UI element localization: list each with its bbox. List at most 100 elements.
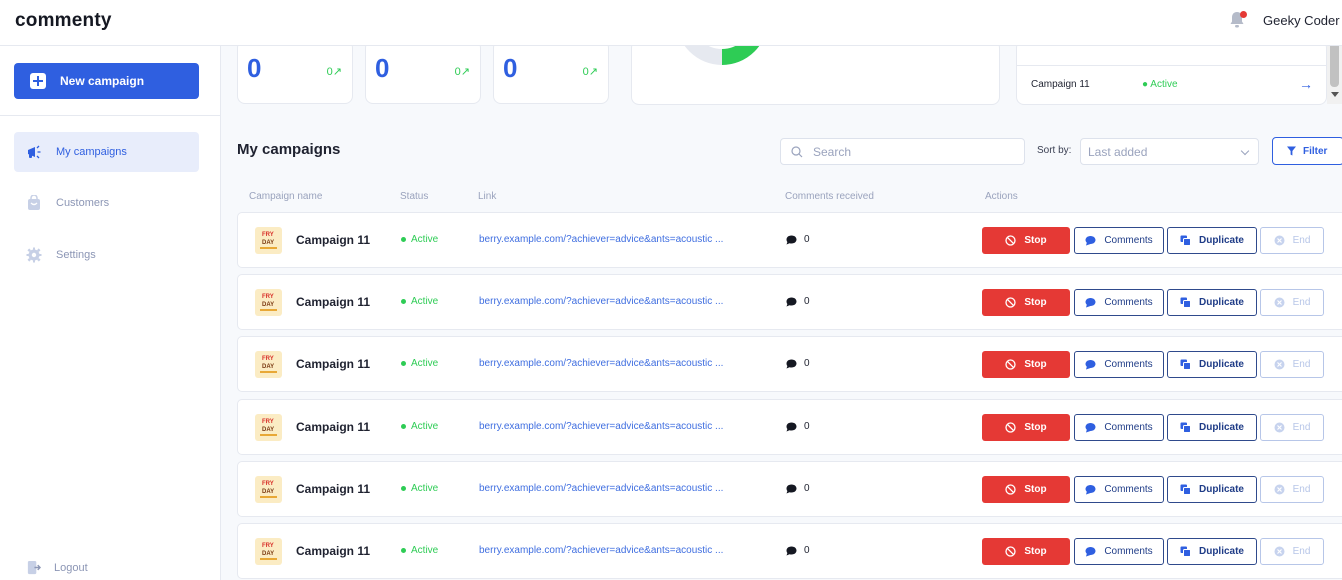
end-button[interactable]: End (1260, 351, 1324, 378)
table-row: FRY DAY Campaign 11 Active berry.example… (237, 212, 1342, 268)
search-input[interactable] (813, 144, 1013, 160)
stat-card: 0 0↗ (493, 40, 609, 104)
duplicate-button[interactable]: Duplicate (1167, 476, 1257, 503)
app-logo[interactable]: commenty (15, 10, 112, 32)
sort-select[interactable]: Last added (1080, 138, 1259, 165)
donut-chart-card (631, 40, 1000, 105)
comments-button[interactable]: Comments (1074, 227, 1164, 254)
comments-button[interactable]: Comments (1074, 351, 1164, 378)
copy-icon (1180, 359, 1191, 370)
campaign-name: Campaign 11 (296, 544, 371, 558)
stat-value: 0 (375, 53, 390, 83)
sidebar-item-label: Settings (56, 249, 96, 261)
comments-button[interactable]: Comments (1074, 289, 1164, 316)
arrow-right-icon[interactable]: → (1299, 76, 1313, 92)
close-circle-icon (1274, 297, 1285, 308)
search-box[interactable] (780, 138, 1025, 165)
stop-button[interactable]: Stop (982, 351, 1070, 378)
copy-icon (1180, 297, 1191, 308)
table-row: FRY DAY Campaign 11 Active berry.example… (237, 336, 1342, 392)
copy-icon (1180, 422, 1191, 433)
chat-bubble-icon (786, 484, 797, 493)
chat-bubble-icon (786, 297, 797, 306)
new-campaign-button[interactable]: New campaign (14, 63, 199, 99)
status-dot (401, 548, 406, 553)
comment-icon (1085, 547, 1096, 557)
end-button[interactable]: End (1260, 227, 1324, 254)
notification-dot (1240, 11, 1247, 18)
campaign-thumbnail: FRY DAY (255, 414, 282, 441)
stop-button[interactable]: Stop (982, 476, 1070, 503)
stat-card: 0 0↗ (237, 40, 353, 104)
block-icon (1005, 359, 1017, 370)
campaign-link[interactable]: berry.example.com/?achiever=advice&ants=… (479, 358, 754, 369)
filter-icon (1287, 146, 1296, 156)
copy-icon (1180, 546, 1191, 557)
sidebar-item-customers[interactable]: Customers (14, 183, 199, 223)
sidebar-item-settings[interactable]: Settings (14, 235, 199, 275)
comments-button[interactable]: Comments (1074, 476, 1164, 503)
end-button[interactable]: End (1260, 414, 1324, 441)
comment-icon (1085, 360, 1096, 370)
card-scrollbar[interactable] (1327, 40, 1342, 104)
status-dot (401, 486, 406, 491)
status-dot (401, 424, 406, 429)
close-circle-icon (1274, 484, 1285, 495)
search-icon (791, 146, 803, 158)
stop-button[interactable]: Stop (982, 289, 1070, 316)
notification-bell-icon[interactable] (1228, 10, 1248, 32)
gear-icon (26, 247, 42, 263)
end-button[interactable]: End (1260, 476, 1324, 503)
duplicate-button[interactable]: Duplicate (1167, 351, 1257, 378)
chevron-down-icon (1240, 146, 1250, 156)
sidebar-divider (0, 115, 220, 116)
close-circle-icon (1274, 235, 1285, 246)
column-header-status: Status (400, 191, 429, 202)
stop-button[interactable]: Stop (982, 227, 1070, 254)
stat-trend: 0↗ (454, 66, 470, 78)
comment-icon (1085, 236, 1096, 246)
block-icon (1005, 546, 1017, 557)
campaign-link[interactable]: berry.example.com/?achiever=advice&ants=… (479, 234, 754, 245)
list-divider (1017, 65, 1326, 66)
logout-button[interactable]: Logout (26, 560, 88, 575)
campaign-name: Campaign 11 (296, 357, 371, 371)
comments-button[interactable]: Comments (1074, 538, 1164, 565)
campaign-name: Campaign 11 (296, 420, 371, 434)
comments-button[interactable]: Comments (1074, 414, 1164, 441)
campaign-link[interactable]: berry.example.com/?achiever=advice&ants=… (479, 421, 754, 432)
scroll-down-icon[interactable] (1331, 92, 1339, 97)
status-dot (401, 237, 406, 242)
duplicate-button[interactable]: Duplicate (1167, 289, 1257, 316)
recent-campaign-name: Campaign 11 (1031, 79, 1090, 90)
filter-button[interactable]: Filter (1272, 137, 1342, 165)
sort-value: Last added (1088, 145, 1148, 159)
status-dot (401, 299, 406, 304)
close-circle-icon (1274, 546, 1285, 557)
duplicate-button[interactable]: Duplicate (1167, 227, 1257, 254)
user-name[interactable]: Geeky Coder (1263, 13, 1340, 28)
duplicate-button[interactable]: Duplicate (1167, 538, 1257, 565)
new-campaign-label: New campaign (60, 74, 145, 88)
logout-icon (27, 560, 41, 575)
stop-button[interactable]: Stop (982, 414, 1070, 441)
sidebar-item-my-campaigns[interactable]: My campaigns (14, 132, 199, 172)
table-row: FRY DAY Campaign 11 Active berry.example… (237, 461, 1342, 517)
campaign-thumbnail: FRY DAY (255, 476, 282, 503)
comments-count: 0 (786, 296, 810, 307)
comments-count: 0 (786, 421, 810, 432)
sort-label: Sort by: (1037, 145, 1072, 156)
block-icon (1005, 484, 1017, 495)
end-button[interactable]: End (1260, 289, 1324, 316)
end-button[interactable]: End (1260, 538, 1324, 565)
campaign-link[interactable]: berry.example.com/?achiever=advice&ants=… (479, 545, 754, 556)
status-badge: Active (401, 358, 438, 369)
campaign-link[interactable]: berry.example.com/?achiever=advice&ants=… (479, 296, 754, 307)
block-icon (1005, 235, 1017, 246)
stop-button[interactable]: Stop (982, 538, 1070, 565)
campaign-thumbnail: FRY DAY (255, 538, 282, 565)
campaign-link[interactable]: berry.example.com/?achiever=advice&ants=… (479, 483, 754, 494)
scrollbar-thumb[interactable] (1330, 42, 1339, 87)
comments-count: 0 (786, 358, 810, 369)
duplicate-button[interactable]: Duplicate (1167, 414, 1257, 441)
